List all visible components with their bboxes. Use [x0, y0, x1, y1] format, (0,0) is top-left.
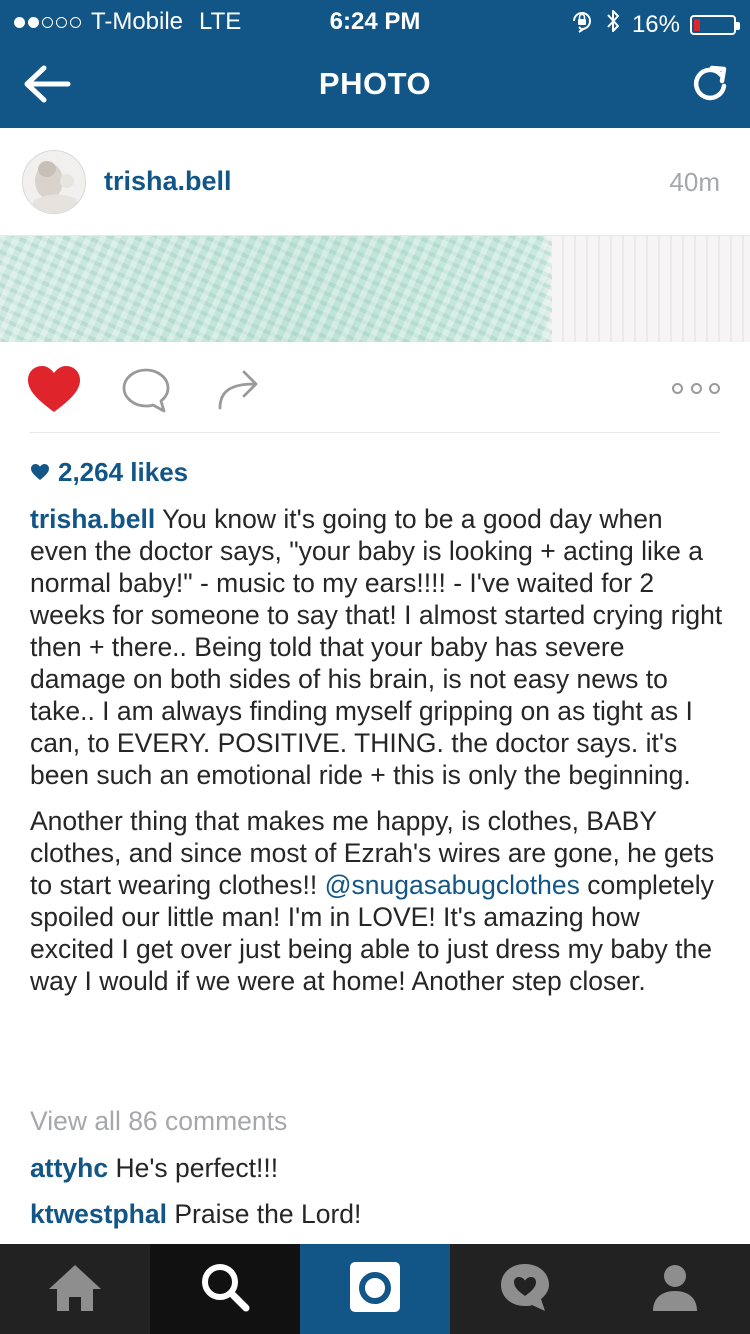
share-button[interactable]	[216, 366, 262, 412]
view-all-comments-link[interactable]: View all 86 comments	[30, 1106, 287, 1137]
heart-icon	[26, 366, 82, 420]
nav-bar: PHOTO	[0, 40, 750, 128]
post-username[interactable]: trisha.bell	[104, 166, 232, 197]
search-icon	[198, 1260, 252, 1319]
comment-button[interactable]	[120, 366, 172, 416]
caption-paragraph: Another thing that makes me happy, is cl…	[30, 805, 724, 997]
share-arrow-icon	[216, 370, 262, 416]
dot	[709, 382, 720, 394]
status-right: 16%	[570, 8, 740, 41]
caption-author[interactable]: trisha.bell	[30, 504, 155, 534]
activity-icon	[497, 1260, 553, 1319]
header: T-Mobile LTE 6:24 PM 16% PHOTO	[0, 0, 750, 128]
battery-fill	[694, 18, 700, 31]
tab-profile[interactable]	[600, 1244, 750, 1334]
mention-link[interactable]: @snugasabugclothes	[325, 870, 580, 900]
divider	[30, 432, 720, 433]
likes-count[interactable]: 2,264 likes	[30, 457, 188, 488]
page-title: PHOTO	[318, 66, 432, 101]
comment-username[interactable]: ktwestphal	[30, 1199, 167, 1229]
comment-bubble-icon	[120, 368, 172, 420]
battery-tip	[736, 21, 740, 30]
dot	[672, 382, 683, 394]
tab-home[interactable]	[0, 1244, 150, 1334]
refresh-button[interactable]	[690, 64, 730, 104]
refresh-icon	[690, 65, 730, 108]
profile-icon	[651, 1261, 699, 1318]
status-bar: T-Mobile LTE 6:24 PM 16%	[0, 0, 750, 40]
likes-label: 2,264 likes	[58, 457, 189, 487]
post-actions	[0, 342, 750, 434]
small-heart-icon	[30, 457, 50, 488]
caption-paragraph: trisha.bell You know it's going to be a …	[30, 503, 724, 791]
like-button[interactable]	[26, 364, 82, 416]
dot	[690, 382, 702, 394]
battery-icon	[690, 14, 740, 35]
post-caption: trisha.bell You know it's going to be a …	[30, 503, 724, 1011]
orientation-lock-icon	[570, 9, 594, 40]
avatar[interactable]	[22, 150, 86, 214]
post-timestamp: 40m	[669, 167, 720, 197]
comment-text: He's perfect!!!	[115, 1153, 279, 1183]
post-photo[interactable]	[0, 236, 750, 342]
bluetooth-icon	[604, 8, 622, 41]
comment-item: attyhc He's perfect!!!	[30, 1153, 278, 1184]
comment-text: Praise the Lord!	[174, 1199, 362, 1229]
home-icon	[45, 1261, 105, 1318]
tab-camera[interactable]	[300, 1244, 450, 1334]
comment-username[interactable]: attyhc	[30, 1153, 108, 1183]
post-header: trisha.bell 40m	[0, 128, 750, 236]
caption-text: You know it's going to be a good day whe…	[30, 504, 723, 790]
tab-activity[interactable]	[450, 1244, 600, 1334]
battery-percent: 16%	[631, 10, 680, 38]
tab-bar	[0, 1244, 750, 1334]
photo-sheet	[552, 236, 750, 342]
camera-icon	[348, 1260, 402, 1319]
comment-item: ktwestphal Praise the Lord!	[30, 1199, 361, 1230]
tab-search[interactable]	[150, 1244, 300, 1334]
more-options-button[interactable]	[672, 378, 720, 398]
